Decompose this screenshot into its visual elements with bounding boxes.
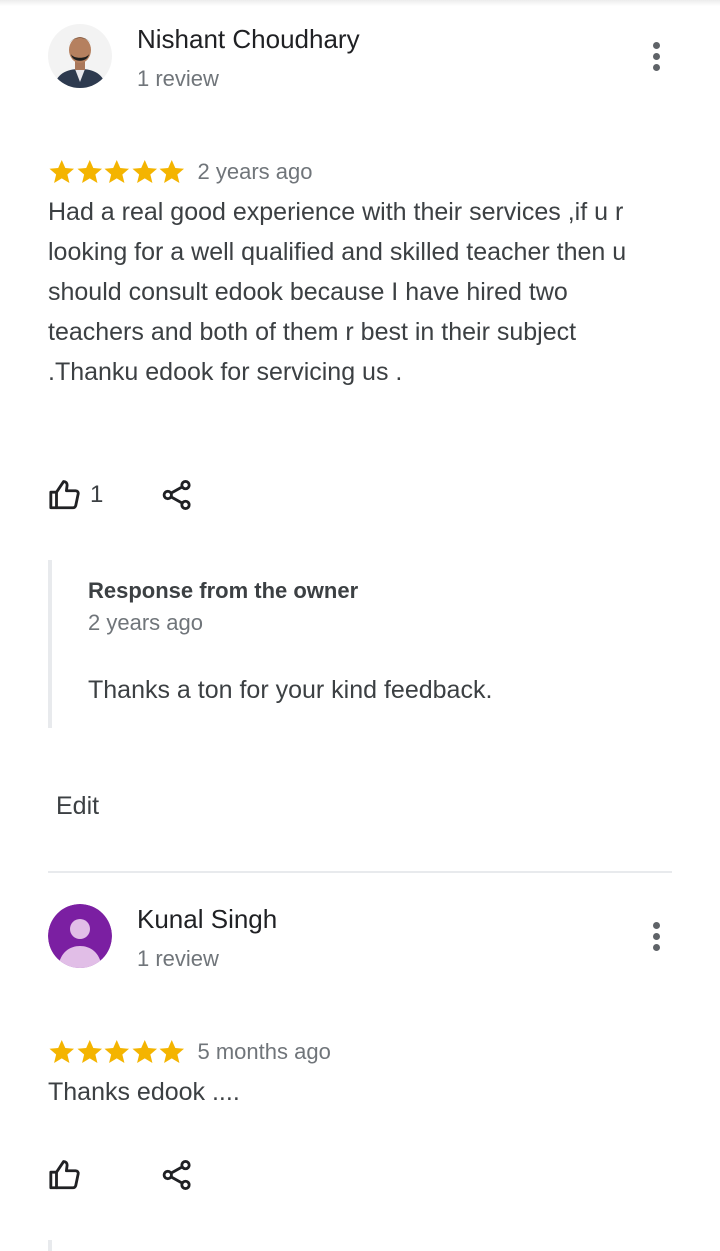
reviewer-avatar[interactable] [48, 904, 112, 968]
review-time: 5 months ago [197, 1039, 331, 1064]
reviewer-name[interactable]: Nishant Choudhary [137, 24, 360, 55]
star-icon [131, 1039, 157, 1063]
star-rating [48, 158, 186, 186]
more-vert-icon [652, 921, 660, 929]
share-icon [162, 1159, 191, 1191]
more-options-button[interactable] [640, 36, 672, 76]
star-icon [159, 1039, 185, 1063]
edit-response-button[interactable]: Edit [56, 792, 99, 821]
reviewer-name[interactable]: Kunal Singh [137, 904, 277, 935]
share-icon [162, 479, 191, 511]
more-options-button[interactable] [640, 916, 672, 956]
owner-response-title: Response from the owner [88, 578, 359, 603]
star-icon [104, 1039, 130, 1063]
star-icon [76, 159, 102, 183]
like-button[interactable]: 1 [48, 475, 103, 515]
like-count: 1 [90, 481, 104, 508]
review-actions [48, 1155, 248, 1195]
review-text: Thanks edook .... [48, 1078, 240, 1106]
more-vert-dot [652, 52, 660, 60]
like-button[interactable] [48, 1155, 82, 1195]
reviewer-avatar[interactable] [48, 24, 112, 88]
star-icon [159, 159, 185, 183]
owner-response-text: Thanks a ton for your kind feedback. [88, 676, 493, 704]
reviewer-review-count: 1 review [137, 66, 219, 91]
thumb-up-icon [49, 480, 80, 510]
rating-row: 2 years ago [48, 155, 312, 189]
more-vert-dot [652, 63, 660, 71]
share-button[interactable] [160, 475, 194, 515]
owner-response-edge [48, 1240, 52, 1251]
rating-row: 5 months ago [48, 1035, 331, 1069]
top-bar-shadow [0, 0, 720, 6]
star-rating [48, 1038, 186, 1066]
review-actions: 1 [48, 475, 248, 515]
star-icon [131, 159, 157, 183]
reviewer-review-count: 1 review [137, 946, 219, 971]
star-icon [49, 1039, 75, 1063]
review-time: 2 years ago [197, 159, 313, 184]
more-vert-dot [652, 943, 660, 951]
more-vert-icon [652, 41, 660, 49]
review-divider [48, 871, 672, 873]
thumb-up-icon [49, 1160, 80, 1190]
more-vert-dot [652, 932, 660, 940]
star-icon [49, 159, 75, 183]
share-button[interactable] [160, 1155, 194, 1195]
star-icon [104, 159, 130, 183]
owner-response-time: 2 years ago [88, 610, 203, 635]
star-icon [76, 1039, 102, 1063]
owner-response: Response from the owner 2 years ago Than… [48, 560, 612, 728]
review-text: Had a real good experience with their se… [48, 198, 627, 386]
